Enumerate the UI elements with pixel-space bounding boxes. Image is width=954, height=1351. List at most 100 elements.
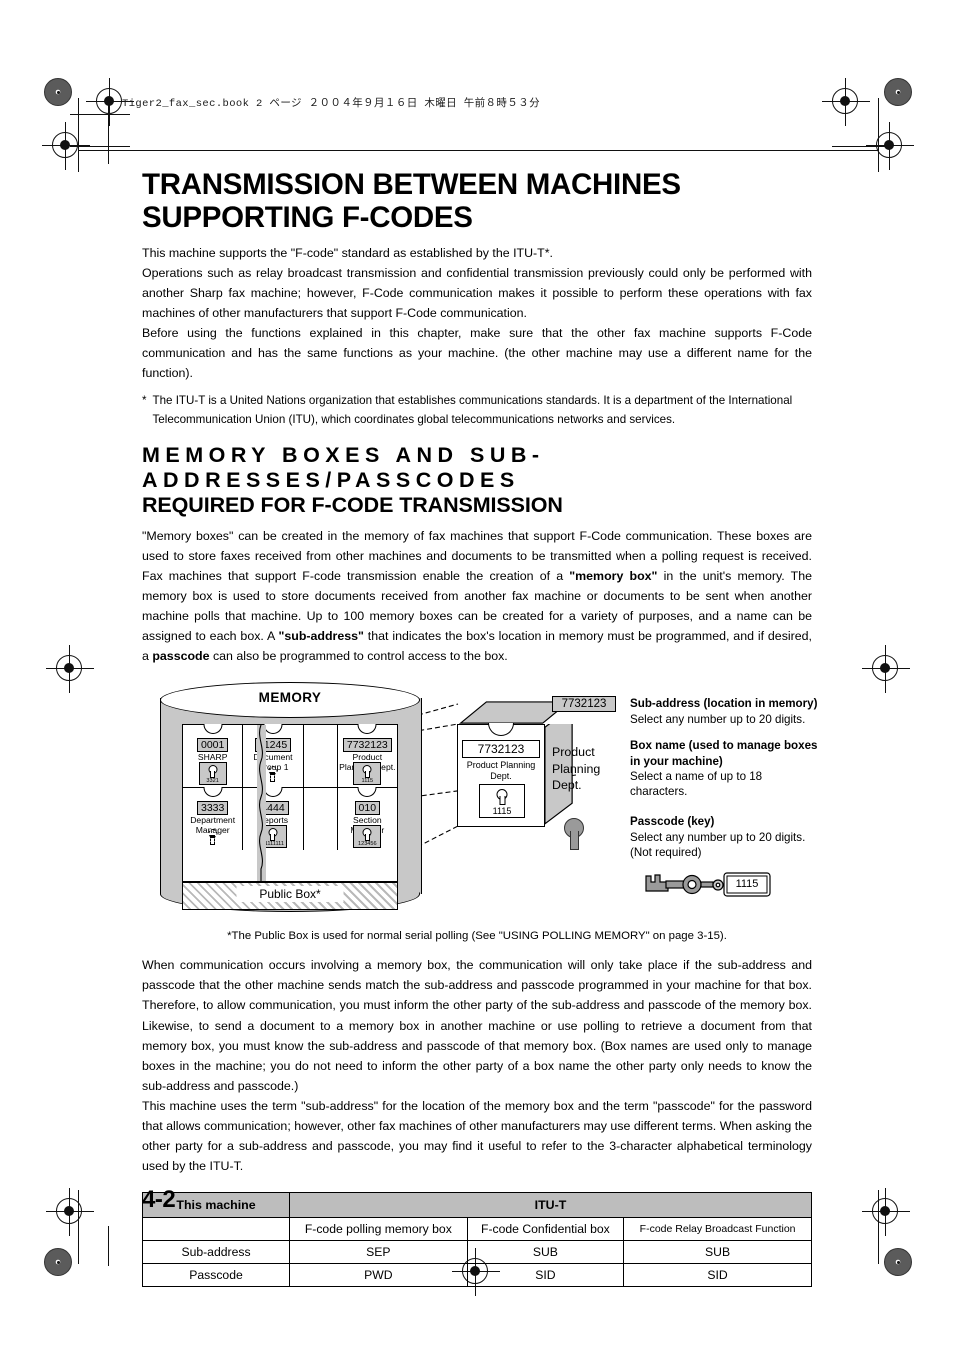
section-heading-line1: MEMORY BOXES AND SUB-ADDRESSES/PASSCODES [142, 443, 545, 493]
memory-box-cell-spacer [304, 788, 338, 851]
memory-box-paragraph: "Memory boxes" can be created in the mem… [142, 526, 812, 667]
registration-target-top-left [86, 78, 134, 126]
intro-paragraph-3: Before using the functions explained in … [142, 326, 812, 381]
mb-term-sub-address: "sub-address" [278, 629, 364, 644]
mb-text-g: can also be programmed to control access… [209, 649, 508, 664]
keyhole-icon [208, 765, 218, 775]
footnote-marker: * [142, 394, 147, 408]
crop-mark [78, 98, 79, 172]
table-subheader-polling: F-code polling memory box [289, 1217, 468, 1242]
document-page: Tiger2_fax_sec.book 2 ページ ２００４年９月１６日 木曜日… [0, 0, 954, 1351]
memory-label: MEMORY [258, 690, 322, 706]
crop-mark [832, 146, 888, 147]
crop-mark [878, 98, 879, 172]
legend-heading: Passcode (key) [630, 815, 715, 829]
cell-sid-confidential: SID [466, 1263, 625, 1288]
crop-mark [108, 1226, 109, 1266]
memory-box-cell: 010 Section Manager 123456 [338, 787, 397, 850]
keyhole-icon [208, 829, 218, 839]
after-paragraph-1: When communication occurs involving a me… [142, 958, 812, 1093]
registration-target-top-right [822, 78, 870, 126]
section-heading: MEMORY BOXES AND SUB-ADDRESSES/PASSCODES… [142, 443, 812, 517]
registration-target-left-middle [46, 645, 94, 693]
table-subheader-relay: F-code Relay Broadcast Function [623, 1217, 812, 1242]
memory-box-row-2: 3333 Department Manager 4444 Reports 111… [183, 787, 397, 851]
keyhole-icon [496, 789, 508, 801]
registration-target-right-middle [862, 645, 910, 693]
content-column: TRANSMISSION BETWEEN MACHINES SUPPORTING… [142, 168, 817, 1288]
legend-key-with-tag: 1115 [642, 868, 772, 907]
cell-sub-relay: SUB [623, 1240, 812, 1265]
table-subheader-blank [142, 1217, 290, 1242]
box-passcode-value: 3321 [206, 778, 219, 785]
registration-target-right-upper [866, 122, 914, 170]
memory-box-cell-spacer [304, 725, 338, 788]
box-subaddress: 010 [354, 801, 381, 816]
legend-item-subaddress: Sub-address (location in memory) Select … [630, 696, 820, 727]
box-passcode-key: 1115 [353, 762, 382, 786]
table-row: Sub-address SEP SUB SUB [142, 1240, 812, 1265]
footnote-text: The ITU-T is a United Nations organizati… [152, 394, 793, 426]
legend-detail: Select any number up to 20 digits. (Not … [630, 830, 806, 860]
table-subheader-confidential: F-code Confidential box [466, 1217, 625, 1242]
crop-mark [108, 98, 109, 164]
keyhole-icon [362, 828, 372, 838]
cell-sub-confidential: SUB [466, 1240, 625, 1265]
box-passcode-value: 123456 [357, 841, 377, 848]
legend-key-tag-value: 1115 [735, 878, 759, 891]
legend-item-box-name: Box name (used to manage boxes in your m… [630, 738, 820, 800]
memory-cylinder: MEMORY 0001 SHARP 3321 11245 Document Gr… [160, 682, 422, 922]
mb-term-passcode: passcode [152, 649, 210, 664]
box-passcode-key: 123456 [353, 825, 382, 849]
legend-heading: Box name (used to manage boxes in your m… [630, 739, 818, 768]
section-heading-line2: REQUIRED FOR F-CODE TRANSMISSION [142, 492, 563, 517]
crop-mark [70, 146, 130, 147]
intro-paragraph-2: Operations such as relay broadcast trans… [142, 265, 812, 320]
memory-box-row-1: 0001 SHARP 3321 11245 Document Group 1 7… [183, 724, 397, 789]
terminology-table: This machine ITU-T F-code polling memory… [142, 1192, 812, 1288]
registration-disc-top-left [44, 78, 72, 106]
cell-sid-relay: SID [623, 1263, 812, 1288]
public-box-label: Public Box* [236, 886, 344, 903]
registration-disc-bottom-right [884, 1248, 912, 1276]
registration-disc-top-right [884, 78, 912, 106]
registration-disc-bottom-left [44, 1248, 72, 1276]
table-subheader-row: F-code polling memory box F-code Confide… [142, 1217, 812, 1242]
memory-box-cell: 7732123 Product Planning Dept. 1115 [338, 724, 397, 787]
intro-paragraph-1: This machine supports the "F-code" stand… [142, 245, 553, 260]
exploded-box-name: Product Planning Dept. [466, 760, 536, 781]
row-label-passcode: Passcode [142, 1263, 290, 1288]
memory-box-cell: 0001 SHARP 3321 [183, 724, 244, 788]
figure-caption: *The Public Box is used for normal seria… [227, 930, 727, 943]
mb-term-memory-box: "memory box" [569, 568, 658, 583]
box-notch-icon [357, 724, 377, 735]
crop-mark [878, 1190, 879, 1264]
table-row: Passcode PWD SID SID [142, 1263, 812, 1288]
crop-mark [70, 114, 130, 115]
memory-box-grid: 0001 SHARP 3321 11245 Document Group 1 7… [182, 724, 398, 883]
legend-box-name: Product Planning Dept. [552, 745, 601, 792]
box-notch-icon [357, 787, 377, 798]
box-notch-icon [203, 724, 223, 735]
box-subaddress: 7732123 [342, 738, 392, 753]
table-header-itu-t: ITU-T [289, 1192, 812, 1219]
box-subaddress: 3333 [196, 801, 229, 816]
header-rule [78, 150, 878, 151]
exploded-box-subaddress: 7732123 [462, 740, 540, 759]
legend-item-passcode: Passcode (key) Select any number up to 2… [630, 814, 820, 860]
crop-mark [78, 1190, 79, 1264]
box-passcode-key-empty [200, 827, 226, 848]
registration-target-left-upper [42, 122, 90, 170]
box-subaddress: 0001 [196, 738, 229, 753]
legend-heading: Sub-address (location in memory) [630, 697, 818, 711]
box-passcode-key: 3321 [198, 762, 227, 786]
table-header-row: This machine ITU-T [142, 1192, 812, 1219]
memory-box-cell: 3333 Department Manager [183, 787, 244, 851]
exploded-box-passcode-key: 1115 [479, 784, 525, 819]
page-number: 4-2 [142, 1186, 176, 1213]
break-squiggle-icon [257, 725, 266, 882]
legend-subaddress-chip: 7732123 [552, 696, 616, 713]
legend-detail: Select any number up to 20 digits. [630, 712, 806, 726]
registration-target-right-lower [862, 1188, 910, 1236]
box-passcode-value: 1115 [361, 778, 374, 785]
